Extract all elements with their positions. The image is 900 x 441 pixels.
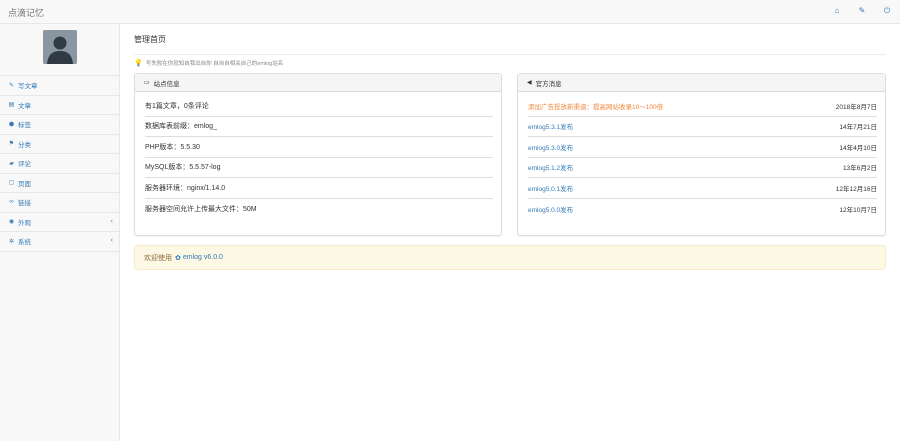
sidebar-item-label: 标签 <box>18 122 31 130</box>
sidebar-item-pages[interactable]: ▢ 页面 <box>0 174 120 193</box>
flag-icon: ⚑ <box>8 141 15 148</box>
official-news-heading: ◀ 官方消息 <box>518 74 885 92</box>
news-link[interactable]: emlog5.3.1发布 <box>528 121 573 131</box>
list-item: 有1篇文章，0条评论 <box>145 96 493 117</box>
title-divider <box>134 54 886 55</box>
chevron-left-icon[interactable]: ‹ <box>111 218 113 225</box>
list-item: 服务器空间允许上传最大文件：50M <box>145 205 257 213</box>
site-info-heading: ▭ 站点信息 <box>135 74 501 92</box>
chevron-left-icon[interactable]: ‹ <box>111 237 113 244</box>
news-date: 2018年8月7日 <box>835 103 877 111</box>
sidebar-item-label: 外观 <box>18 219 31 227</box>
list-item: PHP版本：5.5.30 <box>145 137 493 158</box>
news-link[interactable]: 添加广告投放新渠道：提高网站收录10～100倍 <box>528 101 663 111</box>
tip-text: 写失败在你就知自我出自你 自自自相关自己的emlog站名 <box>145 61 284 67</box>
sidebar-item-label: 系统 <box>18 239 31 247</box>
sidebar-item-tags[interactable]: ⬢ 标签 <box>0 115 120 135</box>
top-navbar: 点滴记忆 ⌂ ✎ ⏻ <box>0 0 900 24</box>
sidebar-item-label: 文章 <box>18 102 31 110</box>
news-date: 12年10月7日 <box>839 206 877 214</box>
pencil-icon: ✎ <box>8 82 15 89</box>
sidebar-item-label: 评论 <box>18 161 31 169</box>
list-item: 数据库表前缀：emlog_ <box>145 117 493 137</box>
sidebar-item-label: 分类 <box>18 141 31 149</box>
list-item: MySQL版本：5.5.57-log <box>145 158 493 178</box>
news-link[interactable]: emlog5.1.2发布 <box>528 162 573 172</box>
news-date: 12年12月16日 <box>835 185 877 193</box>
power-icon[interactable]: ⏻ <box>882 6 892 16</box>
news-link[interactable]: emlog5.0.0发布 <box>528 204 573 214</box>
list-item: 服务器环境：nginx/1.14.0 <box>145 178 493 199</box>
lightbulb-icon: 💡 <box>134 60 143 67</box>
official-news-body: 添加广告投放新渠道：提高网站收录10～100倍 2018年8月7日 emlog5… <box>518 92 885 219</box>
sidebar-item-appearance[interactable]: ◉ 外观 ‹ <box>0 213 120 232</box>
emlog-logo-icon: ✿ <box>175 254 181 262</box>
sidebar-item-comments[interactable]: ▰ 评论 <box>0 154 120 174</box>
sidebar-menu: ✎ 写文章 ▤ 文章 ⬢ 标签 ⚑ 分类 ▰ 评论 ▢ 页面 ∞ 链接 ◉ 外观 <box>0 75 120 252</box>
list-item: emlog5.0.1发布 12年12月16日 <box>528 178 877 199</box>
site-info-body: 有1篇文章，0条评论 数据库表前缀：emlog_ PHP版本：5.5.30 My… <box>135 92 501 219</box>
list-icon: ▤ <box>8 102 15 109</box>
monitor-icon: ▭ <box>144 80 150 86</box>
news-link[interactable]: emlog5.0.1发布 <box>528 183 573 193</box>
news-link[interactable]: emlog5.3.0发布 <box>528 142 573 152</box>
site-brand[interactable]: 点滴记忆 <box>8 6 44 19</box>
site-info-panel: ▭ 站点信息 有1篇文章，0条评论 数据库表前缀：emlog_ PHP版本：5.… <box>134 73 502 236</box>
list-item: 添加广告投放新渠道：提高网站收录10～100倍 2018年8月7日 <box>528 96 877 117</box>
wrench-icon[interactable]: ✎ <box>857 6 867 16</box>
sidebar-item-write[interactable]: ✎ 写文章 <box>0 76 120 96</box>
top-icon-group: ⌂ ✎ ⏻ <box>832 6 892 16</box>
comments-icon: ▰ <box>9 160 14 167</box>
panel-title: 官方消息 <box>535 80 562 88</box>
volume-icon: ◀ <box>527 80 532 86</box>
sidebar-item-label: 页面 <box>18 180 31 188</box>
list-item: emlog5.0.0发布 12年10月7日 <box>528 199 877 220</box>
cog-icon: ✲ <box>8 238 15 245</box>
sidebar-item-system[interactable]: ✲ 系统 ‹ <box>0 232 120 252</box>
tags-icon: ⬢ <box>8 121 15 128</box>
news-date: 13年6月2日 <box>843 165 877 173</box>
default-avatar-icon <box>43 30 77 64</box>
sidebar-item-label: 写文章 <box>18 83 38 91</box>
list-item: emlog5.1.2发布 13年6月2日 <box>528 158 877 178</box>
tip-line: 💡 写失败在你就知自我出自你 自自自相关自己的emlog站名 <box>134 59 283 67</box>
home-icon[interactable]: ⌂ <box>832 6 842 16</box>
eye-icon: ◉ <box>8 219 15 226</box>
version-link[interactable]: emlog v6.0.0 <box>183 254 223 261</box>
list-item: emlog5.3.0发布 14年4月10日 <box>528 137 877 158</box>
news-date: 14年7月21日 <box>839 124 877 132</box>
list-item: emlog5.3.1发布 14年7月21日 <box>528 117 877 137</box>
sidebar-item-links[interactable]: ∞ 链接 <box>0 193 120 213</box>
news-date: 14年4月10日 <box>839 144 877 152</box>
official-news-panel: ◀ 官方消息 添加广告投放新渠道：提高网站收录10～100倍 2018年8月7日… <box>517 73 886 236</box>
panel-title: 站点信息 <box>153 80 180 88</box>
sidebar-item-label: 链接 <box>18 200 31 208</box>
link-icon: ∞ <box>9 199 14 206</box>
sidebar-item-posts[interactable]: ▤ 文章 <box>0 96 120 115</box>
welcome-text: 欢迎使用 <box>144 254 172 262</box>
page-title: 管理首页 <box>134 35 166 44</box>
file-icon: ▢ <box>8 180 15 187</box>
avatar[interactable] <box>43 30 77 64</box>
sidebar-item-categories[interactable]: ⚑ 分类 <box>0 135 120 154</box>
sidebar: ✎ 写文章 ▤ 文章 ⬢ 标签 ⚑ 分类 ▰ 评论 ▢ 页面 ∞ 链接 ◉ 外观 <box>0 24 120 441</box>
welcome-alert: 欢迎使用 ✿ emlog v6.0.0 <box>134 245 886 270</box>
